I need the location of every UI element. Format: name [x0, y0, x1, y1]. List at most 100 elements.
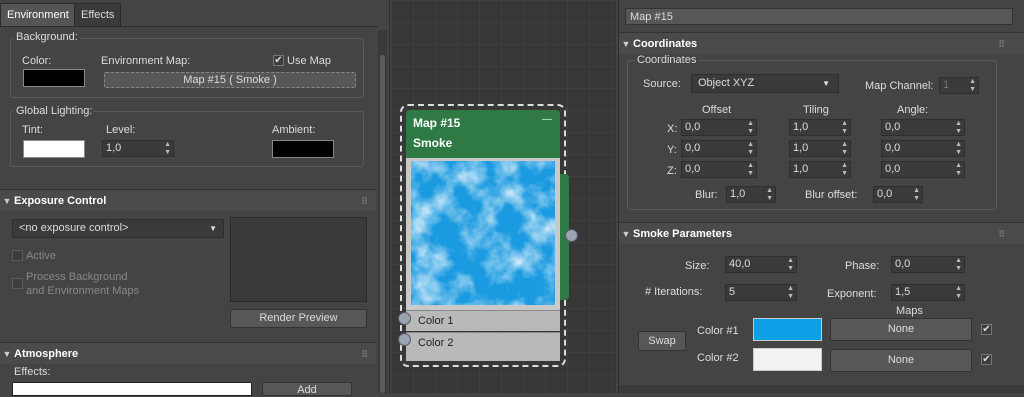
phase-label: Phase: [845, 260, 880, 272]
chevron-down-icon: ▼ [209, 224, 217, 233]
node-header[interactable]: Map #15 Smoke — [406, 110, 560, 158]
blur-offset-value: 0,0 [877, 188, 893, 200]
color2-swatch[interactable] [753, 348, 822, 371]
smoke-parameters-header[interactable]: ▼ Smoke Parameters ⠿ [619, 222, 1024, 244]
spinner-arrows-icon[interactable]: ▲ ▼ [841, 120, 848, 136]
add-effect-button[interactable]: Add [262, 382, 352, 396]
effects-list[interactable] [12, 382, 252, 396]
offset-y-spinner[interactable]: 0,0 ▲ ▼ [681, 140, 757, 157]
background-legend: Background: [14, 31, 80, 43]
color2-map-button[interactable]: None [830, 349, 972, 372]
grip-icon[interactable]: ⠿ [998, 33, 1005, 55]
use-map-label: Use Map [287, 55, 332, 67]
ambient-color-swatch[interactable] [272, 140, 334, 158]
input-socket-color2[interactable] [398, 333, 411, 346]
spinner-arrows-icon[interactable]: ▲ ▼ [955, 285, 962, 301]
tiling-y-spinner[interactable]: 1,0 ▲ ▼ [789, 140, 851, 157]
spinner-arrows-icon[interactable]: ▲ ▼ [747, 120, 754, 136]
spinner-arrows-icon[interactable]: ▲ ▼ [787, 285, 794, 301]
exponent-label: Exponent: [827, 288, 877, 300]
source-dropdown[interactable]: Object XYZ ▼ [691, 74, 839, 93]
output-socket[interactable] [565, 229, 578, 242]
minimize-icon[interactable]: — [542, 114, 552, 125]
environment-map-label: Environment Map: [101, 55, 191, 67]
blur-offset-spinner[interactable]: 0,0 ▲ ▼ [873, 186, 923, 203]
smoke-preview-image [411, 161, 555, 305]
exposure-control-header[interactable]: ▼ Exposure Control ⠿ [0, 189, 376, 211]
iterations-spinner[interactable]: 5 ▲ ▼ [725, 284, 797, 301]
input-socket-color1[interactable] [398, 312, 411, 325]
tiling-z-spinner[interactable]: 1,0 ▲ ▼ [789, 161, 851, 178]
spinner-arrows-icon[interactable]: ▲ ▼ [747, 162, 754, 178]
spinner-arrows-icon[interactable]: ▲ ▼ [841, 141, 848, 157]
background-color-swatch[interactable] [23, 69, 85, 87]
process-background-checkbox[interactable] [12, 278, 23, 289]
offset-x-spinner[interactable]: 0,0 ▲ ▼ [681, 119, 757, 136]
grip-icon[interactable]: ⠿ [361, 343, 368, 365]
node-subtitle: Smoke [413, 136, 453, 150]
maps-label: Maps [896, 305, 923, 317]
environment-map-button[interactable]: Map #15 ( Smoke ) [104, 72, 356, 88]
spinner-arrows-icon[interactable]: ▲ ▼ [841, 162, 848, 178]
tint-color-swatch[interactable] [23, 140, 85, 158]
render-preview-button[interactable]: Render Preview [230, 309, 367, 328]
level-value: 1,0 [106, 142, 122, 154]
global-lighting-group [10, 111, 364, 167]
color2-label: Color #2 [697, 352, 739, 364]
active-checkbox[interactable] [12, 250, 23, 261]
smoke-map-node[interactable]: Map #15 Smoke — Color 1 Color 2 [400, 104, 569, 367]
coordinates-title: Coordinates [633, 38, 698, 50]
atmosphere-header[interactable]: ▼ Atmosphere ⠿ [0, 342, 376, 364]
spinner-arrows-icon[interactable]: ▲ ▼ [955, 141, 962, 157]
spinner-arrows-icon[interactable]: ▲ ▼ [955, 162, 962, 178]
phase-spinner[interactable]: 0,0 ▲ ▼ [891, 256, 965, 273]
coordinates-header[interactable]: ▼ Coordinates ⠿ [619, 32, 1024, 54]
tiling-x-spinner[interactable]: 1,0 ▲ ▼ [789, 119, 851, 136]
use-map-checkbox[interactable]: ✔ [273, 55, 284, 66]
tab-effects[interactable]: Effects [74, 3, 122, 26]
source-label: Source: [643, 78, 681, 90]
swap-button[interactable]: Swap [638, 331, 686, 351]
spinner-arrows-icon[interactable]: ▲ ▼ [787, 257, 794, 273]
blur-offset-label: Blur offset: [805, 189, 858, 201]
iterations-value: 5 [729, 286, 736, 298]
atmosphere-title: Atmosphere [14, 348, 79, 360]
socket-row-color1[interactable]: Color 1 [406, 310, 560, 331]
spinner-arrows-icon[interactable]: ▲ ▼ [969, 78, 976, 94]
size-label: Size: [685, 260, 710, 272]
offset-z-spinner[interactable]: 0,0 ▲ ▼ [681, 161, 757, 178]
spinner-arrows-icon[interactable]: ▲ ▼ [766, 187, 773, 203]
color1-map-checkbox[interactable]: ✔ [981, 324, 992, 335]
size-spinner[interactable]: 40,0 ▲ ▼ [725, 256, 797, 273]
spinner-arrows-icon[interactable]: ▲ ▼ [955, 257, 962, 273]
offset-x-value: 0,0 [685, 121, 701, 133]
spinner-arrows-icon[interactable]: ▲ ▼ [913, 187, 920, 203]
grip-icon[interactable]: ⠿ [998, 223, 1005, 245]
blur-spinner[interactable]: 1,0 ▲ ▼ [726, 186, 776, 203]
level-label: Level: [106, 124, 136, 136]
map-channel-spinner[interactable]: 1 ▲ ▼ [939, 77, 979, 94]
exposure-control-dropdown[interactable]: <no exposure control> ▼ [12, 219, 224, 238]
spinner-arrows-icon[interactable]: ▲ ▼ [747, 141, 754, 157]
scrollbar-thumb[interactable] [380, 55, 385, 393]
color1-swatch[interactable] [753, 318, 822, 341]
angle-x-spinner[interactable]: 0,0 ▲ ▼ [881, 119, 965, 136]
grip-icon[interactable]: ⠿ [361, 190, 368, 212]
exponent-spinner[interactable]: 1,5 ▲ ▼ [891, 284, 965, 301]
angle-z-spinner[interactable]: 0,0 ▲ ▼ [881, 161, 965, 178]
spinner-arrows-icon[interactable]: ▲ ▼ [164, 141, 171, 157]
color2-map-checkbox[interactable]: ✔ [981, 354, 992, 365]
collapse-triangle-icon: ▼ [2, 196, 12, 206]
color1-map-button[interactable]: None [830, 318, 972, 341]
angle-y-spinner[interactable]: 0,0 ▲ ▼ [881, 140, 965, 157]
socket-row-color2[interactable]: Color 2 [406, 332, 560, 353]
exposure-preview-box [230, 217, 367, 302]
blur-label: Blur: [695, 189, 718, 201]
angle-z-value: 0,0 [885, 163, 901, 175]
level-spinner[interactable]: 1,0 ▲ ▼ [102, 140, 174, 157]
map-name-field[interactable]: Map #15 [625, 8, 1013, 25]
node-preview-frame [406, 158, 560, 310]
tab-environment[interactable]: Environment [0, 3, 76, 26]
spinner-arrows-icon[interactable]: ▲ ▼ [955, 120, 962, 136]
panel-bottom-edge [619, 385, 1024, 393]
